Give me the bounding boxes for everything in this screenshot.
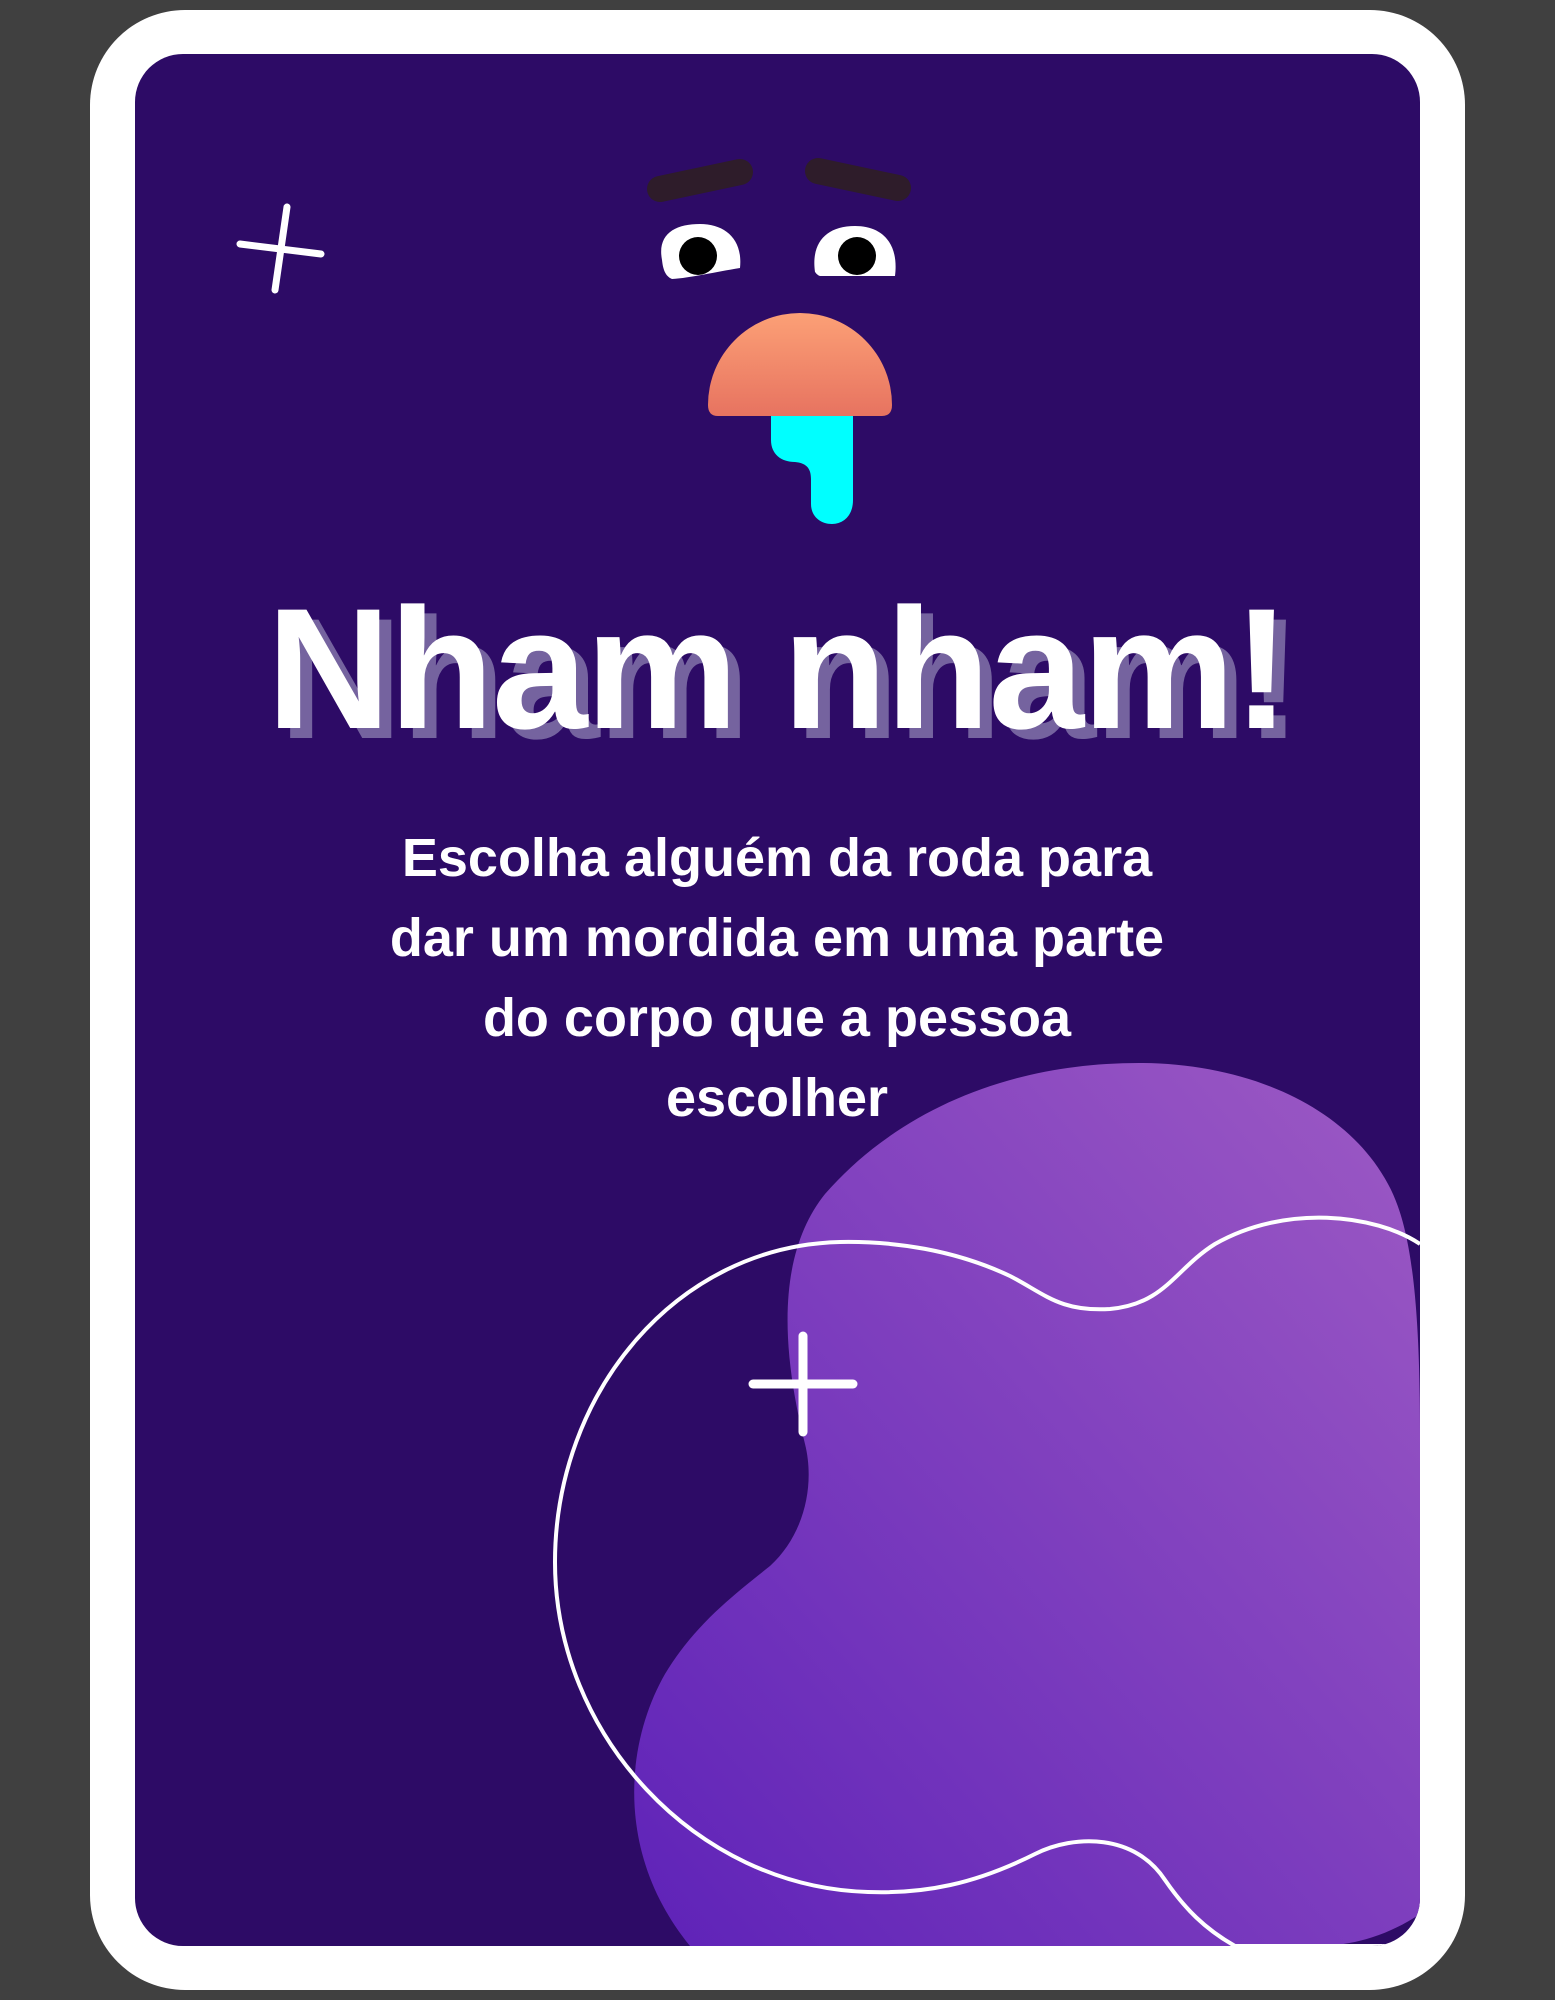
drool [771,416,853,524]
sparkle-cross-icon [236,203,325,294]
left-pupil [679,237,717,275]
card-instruction: Escolha alguém da roda para dar um mordi… [389,828,1165,1128]
card-frame: Nham nham! Escolha alguém da roda para d… [90,10,1465,1990]
right-pupil [838,237,876,275]
right-eyebrow [805,158,911,201]
face-illustration [647,158,911,524]
game-card: Nham nham! Escolha alguém da roda para d… [135,54,1420,1946]
left-eyebrow [647,159,753,202]
card-title: Nham nham! [266,573,1291,765]
decorative-blob [634,1062,1420,1946]
mouth [708,313,892,416]
